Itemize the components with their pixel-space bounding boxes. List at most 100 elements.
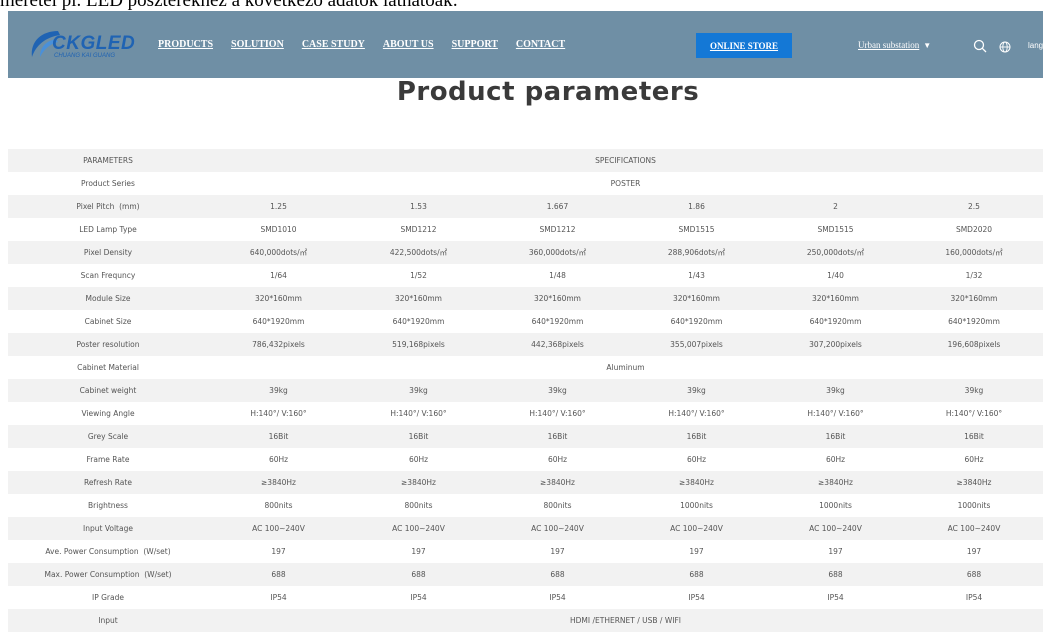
table-cell: 39kg [349,379,488,402]
table-cell: ≥3840Hz [627,471,766,494]
row-label: Cabinet Material [8,356,208,379]
table-cell: AC 100~240V [349,517,488,540]
nav-item-support[interactable]: SUPPORT [452,39,498,50]
row-label: Brightness [8,494,208,517]
row-label: Scan Frequncy [8,264,208,287]
table-cell: 250,000dots/㎡ [766,241,905,264]
table-cell: 1/48 [488,264,627,287]
substation-dropdown-label: Urban substation [858,40,920,50]
chevron-down-icon: ▼ [923,41,932,50]
table-cell: 320*160mm [349,287,488,310]
table-cell: 688 [349,563,488,586]
table-row: Cabinet Material Aluminum [8,356,1043,379]
table-cell: 320*160mm [208,287,349,310]
table-cell: 197 [627,540,766,563]
table-cell: SMD1515 [766,218,905,241]
spanning-cell: Aluminum [208,356,1043,379]
table-cell: 442,368pixels [488,333,627,356]
row-label: Input [8,609,208,632]
table-cell: 197 [208,540,349,563]
search-icon[interactable] [973,39,987,53]
row-label: Product Series [8,172,208,195]
table-cell: AC 100~240V [208,517,349,540]
table-cell: 1000nits [627,494,766,517]
table-cell: ≥3840Hz [488,471,627,494]
table-cell: H:140°/ V:160° [488,402,627,425]
row-label: Pixel Density [8,241,208,264]
table-cell: 39kg [488,379,627,402]
table-cell: 197 [488,540,627,563]
table-cell: 196,608pixels [905,333,1043,356]
table-cell: 1/64 [208,264,349,287]
table-cell: 360,000dots/㎡ [488,241,627,264]
table-cell: 1.667 [488,195,627,218]
row-label: Viewing Angle [8,402,208,425]
nav-item-products[interactable]: PRODUCTS [158,39,213,50]
table-cell: 2.5 [905,195,1043,218]
table-cell: 60Hz [208,448,349,471]
table-row: Ave. Power Consumption (W/set) 197 197 197 1… [8,540,1043,563]
table-cell: 307,200pixels [766,333,905,356]
product-parameters-table: PARAMETERS SPECIFICATIONS Product Series PO… [8,149,1043,632]
table-row: Pixel Pitch (mm) 1.25 1.53 1.667 1.86 2 2.5 [8,195,1043,218]
table-row: Refresh Rate ≥3840Hz ≥3840Hz ≥3840Hz ≥3840Hz… [8,471,1043,494]
table-cell: ≥3840Hz [208,471,349,494]
table-cell: 16Bit [349,425,488,448]
row-label: Cabinet weight [8,379,208,402]
table-cell: 16Bit [488,425,627,448]
row-label: Poster resolution [8,333,208,356]
table-cell: 197 [905,540,1043,563]
row-label: IP Grade [8,586,208,609]
row-label: Module Size [8,287,208,310]
nav-item-contact[interactable]: CONTACT [516,39,565,50]
table-cell: H:140°/ V:160° [766,402,905,425]
substation-dropdown[interactable]: Urban substation ▼ [858,40,931,50]
table-cell: AC 100~240V [488,517,627,540]
table-row: Pixel Density 640,000dots/㎡ 422,500dots/㎡ 3… [8,241,1043,264]
brand-logo[interactable]: CKGLED CHUANG KAI GUANG [28,27,148,63]
spanning-cell: HDMI /ETHERNET / USB / WIFI [208,609,1043,632]
online-store-button[interactable]: ONLINE STORE [696,33,792,58]
nav-item-about-us[interactable]: ABOUT US [383,39,434,50]
caption-text: méretei pl. LED poszterekhez a következő… [0,0,1043,10]
nav-item-solution[interactable]: SOLUTION [231,39,284,50]
table-cell: 1/32 [905,264,1043,287]
table-cell: H:140°/ V:160° [905,402,1043,425]
table-cell: 320*160mm [627,287,766,310]
table-cell: SMD1212 [488,218,627,241]
table-row: IP Grade IP54 IP54 IP54 IP54 IP54 IP54 [8,586,1043,609]
table-cell: SMD1010 [208,218,349,241]
language-selector[interactable]: lang [1028,41,1043,50]
table-row: Max. Power Consumption (W/set) 688 688 688 6… [8,563,1043,586]
table-cell: 60Hz [349,448,488,471]
table-cell: 16Bit [905,425,1043,448]
table-cell: 60Hz [905,448,1043,471]
table-cell: 60Hz [627,448,766,471]
row-label: PARAMETERS [8,149,208,172]
spanning-cell: SPECIFICATIONS [208,149,1043,172]
table-cell: 786,432pixels [208,333,349,356]
table-cell: 688 [208,563,349,586]
table-cell: 16Bit [208,425,349,448]
row-label: Pixel Pitch (mm) [8,195,208,218]
table-cell: AC 100~240V [627,517,766,540]
table-cell: 160,000dots/㎡ [905,241,1043,264]
globe-icon[interactable] [999,41,1011,53]
table-cell: 1/43 [627,264,766,287]
table-cell: H:140°/ V:160° [627,402,766,425]
table-cell: 800nits [208,494,349,517]
table-row: Poster resolution 786,432pixels 519,168pix… [8,333,1043,356]
table-cell: H:140°/ V:160° [208,402,349,425]
table-cell: 320*160mm [488,287,627,310]
row-label: Ave. Power Consumption (W/set) [8,540,208,563]
table-cell: IP54 [766,586,905,609]
table-row: Cabinet weight 39kg 39kg 39kg 39kg 39kg 39kg [8,379,1043,402]
table-cell: 640*1920mm [349,310,488,333]
table-cell: 288,906dots/㎡ [627,241,766,264]
table-row: Cabinet Size 640*1920mm 640*1920mm 640*1920… [8,310,1043,333]
table-cell: 39kg [905,379,1043,402]
table-cell: 519,168pixels [349,333,488,356]
table-cell: SMD1515 [627,218,766,241]
nav-item-case-study[interactable]: CASE STUDY [302,39,365,50]
table-body: PARAMETERS SPECIFICATIONS Product Series PO… [8,149,1043,632]
